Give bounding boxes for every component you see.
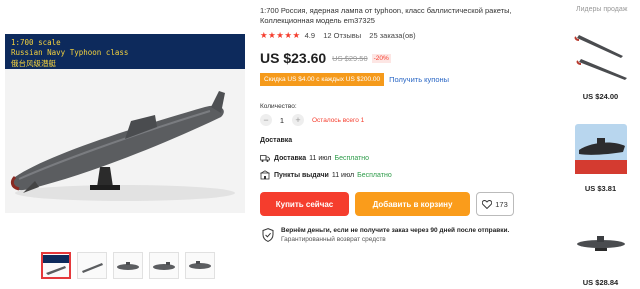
heart-icon: [482, 199, 493, 209]
pickup-point-icon: [260, 170, 270, 180]
quantity-minus-button[interactable]: −: [260, 114, 272, 126]
recommended-item[interactable]: US $24.00: [569, 22, 632, 101]
product-title: 1:700 Россия, ядерная лампа от typhoon, …: [260, 6, 512, 25]
thumbnail-1[interactable]: [41, 252, 71, 279]
recommended-item-price: US $3.81: [584, 184, 617, 193]
quantity-plus-button[interactable]: +: [292, 114, 304, 126]
shield-check-icon: [262, 228, 274, 242]
guarantee-title: Вернём деньги, если не получите заказ че…: [281, 227, 510, 234]
banner-scale-text: 1:700 scale: [11, 38, 61, 47]
star-rating-icon: ★★★★★: [260, 30, 301, 40]
delivery-option-pickup[interactable]: Пункты выдачи 11 июл Бесплатно: [260, 170, 392, 180]
recommended-item-image[interactable]: [569, 22, 632, 89]
orders-count: 25 заказа(ов): [369, 31, 416, 40]
rating-row: ★★★★★ 4.9 12 Отзывы 25 заказа(ов): [260, 30, 416, 41]
main-product-image[interactable]: 1:700 scale Russian Navy Typhoon class 俄…: [5, 34, 245, 213]
guarantee-subtitle: Гарантированный возврат средств: [281, 236, 386, 243]
pickup-label: Пункты выдачи: [274, 171, 329, 179]
recommended-item-image[interactable]: [569, 114, 632, 181]
delivery-label: Доставка: [274, 154, 307, 162]
thumbnail-5[interactable]: [185, 252, 215, 279]
current-price: US $23.60: [260, 50, 327, 66]
coupon-badge: Скидка US $4.00 с каждых US $200.00: [260, 73, 385, 86]
bestsellers-heading: Лидеры продаж: [576, 6, 628, 13]
thumbnail-3[interactable]: [113, 252, 143, 279]
price-row: US $23.60 US $29.50 -20%: [260, 50, 391, 66]
submarine-model-picture: [5, 69, 245, 213]
get-coupons-link[interactable]: Получить купоны: [389, 75, 449, 84]
stock-remaining: Осталось всего 1: [312, 116, 365, 124]
add-to-cart-button[interactable]: Добавить в корзину: [355, 192, 470, 216]
recommended-item[interactable]: US $3.81: [569, 114, 632, 193]
discount-badge: -20%: [371, 53, 391, 63]
rating-value: 4.9: [304, 31, 316, 40]
wishlist-count: 173: [495, 199, 508, 209]
recommended-item[interactable]: US $28.84: [569, 208, 632, 287]
banner-chinese-text: 俄台风级潜艇: [11, 59, 56, 68]
pickup-price: Бесплатно: [357, 171, 392, 179]
banner-class-text: Russian Navy Typhoon class: [11, 48, 129, 57]
recommended-item-image[interactable]: [569, 208, 632, 275]
quantity-label: Количество:: [260, 103, 297, 110]
truck-icon: [260, 155, 270, 162]
image-banner: 1:700 scale Russian Navy Typhoon class 俄…: [5, 34, 245, 69]
quantity-stepper: − 1 + Осталось всего 1: [260, 114, 364, 126]
recommended-item-price: US $28.84: [582, 278, 619, 287]
coupon-row: Скидка US $4.00 с каждых US $200.00 Полу…: [260, 73, 449, 86]
quantity-input[interactable]: 1: [272, 116, 292, 125]
old-price: US $29.50: [332, 53, 368, 63]
thumbnail-strip: [41, 252, 215, 279]
delivery-date: 11 июл: [309, 154, 332, 162]
wishlist-button[interactable]: 173: [476, 192, 514, 216]
recommended-item-price: US $24.00: [582, 92, 619, 101]
thumbnail-2[interactable]: [77, 252, 107, 279]
delivery-heading: Доставка: [260, 137, 293, 144]
pickup-date: 11 июл: [331, 171, 355, 179]
delivery-option-courier[interactable]: Доставка 11 июл Бесплатно: [260, 153, 369, 163]
thumbnail-4[interactable]: [149, 252, 179, 279]
buy-now-button[interactable]: Купить сейчас: [260, 192, 349, 216]
delivery-price: Бесплатно: [334, 154, 370, 162]
reviews-link[interactable]: 12 Отзывы: [323, 31, 361, 40]
buyer-protection: Вернём деньги, если не получите заказ че…: [262, 226, 509, 244]
